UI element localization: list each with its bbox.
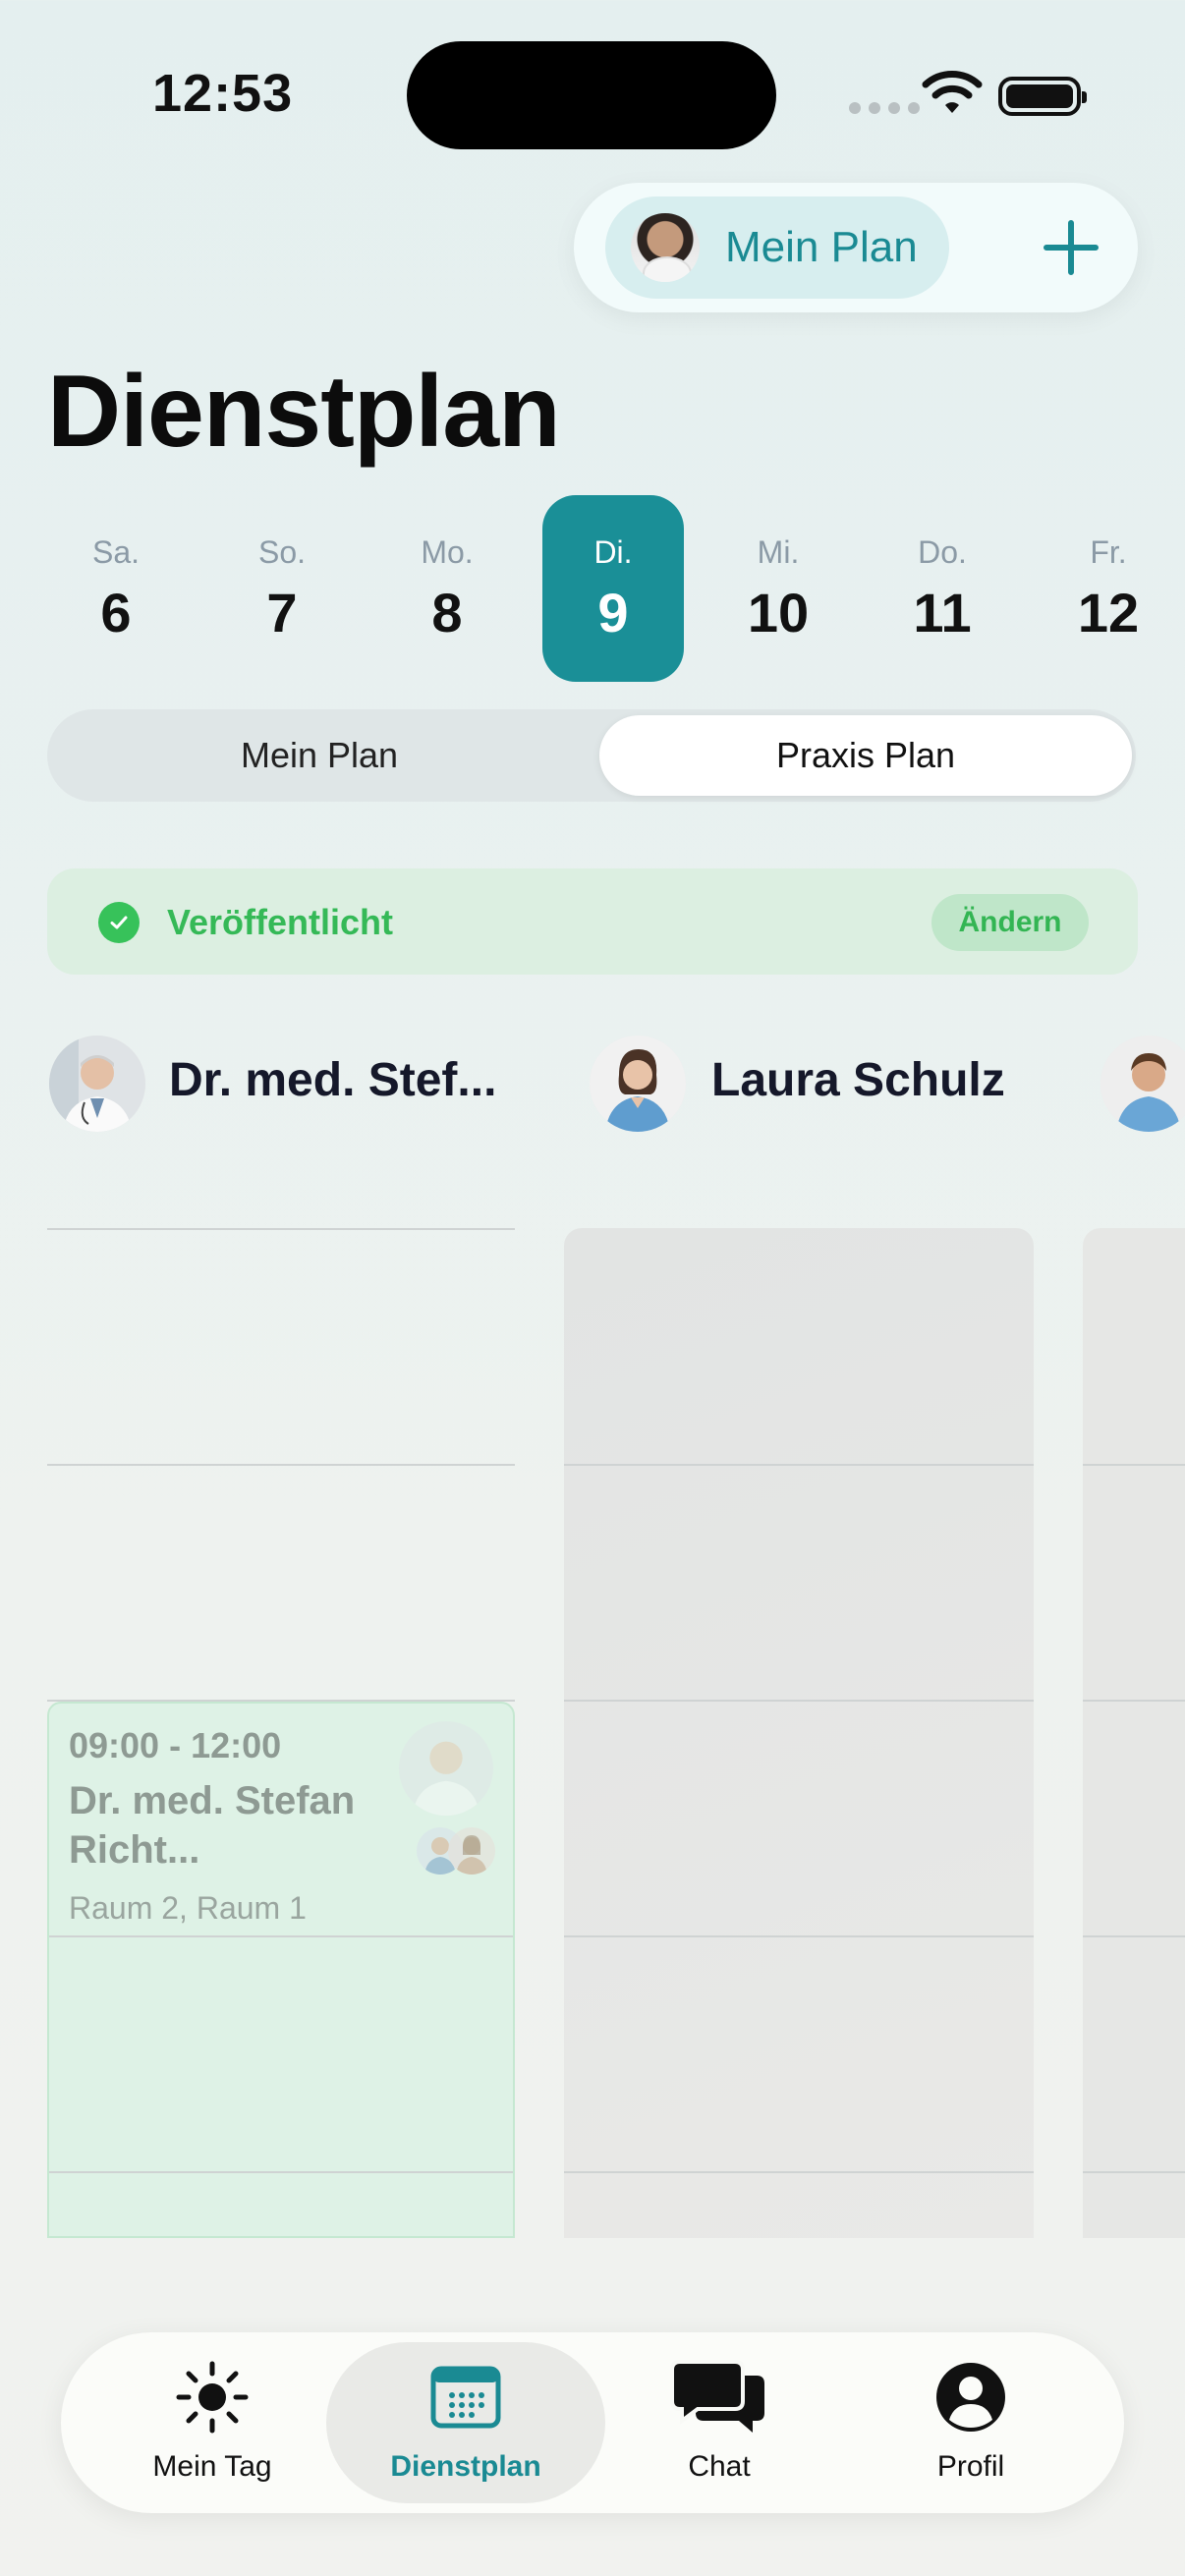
status-time: 12:53 bbox=[152, 64, 294, 123]
segment-praxis-plan[interactable]: Praxis Plan bbox=[599, 715, 1132, 796]
wifi-icon bbox=[922, 71, 983, 113]
hour-line bbox=[1083, 2171, 1185, 2173]
day-mo-8[interactable]: Mo. 8 bbox=[376, 495, 518, 682]
tab-mein-tag[interactable]: Mein Tag bbox=[114, 2358, 310, 2484]
day-date: 6 bbox=[100, 582, 132, 644]
published-status: Veröffentlicht bbox=[167, 902, 394, 942]
tab-label: Chat bbox=[688, 2450, 751, 2483]
plus-icon bbox=[1044, 220, 1099, 275]
schedule-column-2 bbox=[564, 1228, 1034, 2238]
day-name: So. bbox=[257, 534, 307, 570]
staff-avatar-3[interactable] bbox=[1100, 1036, 1185, 1132]
hour-line bbox=[564, 1700, 1034, 1702]
schedule-column-3 bbox=[1083, 1228, 1185, 2238]
day-di-9-selected[interactable]: Di. 9 bbox=[542, 495, 684, 682]
tab-label: Profil bbox=[936, 2450, 1005, 2483]
day-date: 10 bbox=[747, 582, 810, 644]
day-do-11[interactable]: Do. 11 bbox=[872, 495, 1013, 682]
tab-dienstplan[interactable]: Dienstplan bbox=[367, 2358, 564, 2484]
hour-line bbox=[47, 1464, 515, 1466]
hour-line bbox=[49, 2171, 513, 2173]
edit-button[interactable]: Ändern bbox=[931, 894, 1089, 951]
segment-mein-plan[interactable]: Mein Plan bbox=[47, 709, 592, 802]
day-date: 8 bbox=[431, 582, 463, 644]
dynamic-island bbox=[407, 41, 776, 149]
tab-label: Dienstplan bbox=[390, 2450, 541, 2483]
day-name: Mi. bbox=[757, 534, 800, 570]
day-name: Fr. bbox=[1090, 534, 1127, 570]
hour-line bbox=[49, 1935, 513, 1937]
day-so-7[interactable]: So. 7 bbox=[211, 495, 353, 682]
hour-line bbox=[1083, 1464, 1185, 1466]
my-plan-chip[interactable]: Mein Plan bbox=[605, 196, 949, 299]
person-circle-icon bbox=[873, 2358, 1069, 2436]
day-name: Di. bbox=[593, 534, 633, 570]
staff-name-2[interactable]: Laura Schulz bbox=[711, 1053, 1005, 1107]
staff-name-1[interactable]: Dr. med. Stef... bbox=[169, 1053, 496, 1107]
assistant-avatar bbox=[448, 1827, 495, 1875]
battery-icon bbox=[998, 77, 1087, 116]
shift-time: 09:00 - 12:00 bbox=[69, 1725, 282, 1765]
hour-line bbox=[47, 1228, 515, 1230]
staff-avatar-laura[interactable] bbox=[590, 1036, 686, 1132]
chat-bubbles-icon bbox=[621, 2358, 818, 2436]
user-avatar bbox=[631, 213, 700, 282]
hour-line bbox=[564, 1464, 1034, 1466]
hour-line bbox=[1083, 1700, 1185, 1702]
day-date: 12 bbox=[1077, 582, 1140, 644]
tab-label: Mein Tag bbox=[152, 2450, 272, 2483]
day-date: 9 bbox=[597, 582, 629, 644]
day-sa-6[interactable]: Sa. 6 bbox=[45, 495, 187, 682]
day-name: Mo. bbox=[421, 534, 474, 570]
day-name: Sa. bbox=[91, 534, 141, 570]
day-date: 11 bbox=[913, 582, 972, 644]
day-mi-10[interactable]: Mi. 10 bbox=[707, 495, 849, 682]
shift-staff-avatar bbox=[399, 1721, 493, 1816]
my-plan-chip-label: Mein Plan bbox=[725, 223, 918, 271]
page-title: Dienstplan bbox=[47, 355, 561, 469]
hour-line bbox=[564, 2171, 1034, 2173]
staff-avatar-doctor[interactable] bbox=[49, 1036, 145, 1132]
day-fr-12[interactable]: Fr. 12 bbox=[1038, 495, 1179, 682]
shift-staff-name: Dr. med. Stefan Richt... bbox=[69, 1779, 356, 1872]
cellular-signal-icon bbox=[849, 102, 920, 114]
shift-rooms: Raum 2, Raum 1 bbox=[69, 1890, 307, 1926]
tab-chat[interactable]: Chat bbox=[621, 2358, 818, 2484]
hour-line bbox=[564, 1935, 1034, 1937]
sun-icon bbox=[114, 2358, 310, 2436]
hour-line bbox=[1083, 1935, 1185, 1937]
day-name: Do. bbox=[918, 534, 967, 570]
day-date: 7 bbox=[266, 582, 298, 644]
tab-profil[interactable]: Profil bbox=[873, 2358, 1069, 2484]
add-button[interactable] bbox=[1032, 208, 1110, 287]
calendar-icon bbox=[367, 2358, 564, 2436]
checkmark-circle-icon bbox=[98, 902, 140, 943]
